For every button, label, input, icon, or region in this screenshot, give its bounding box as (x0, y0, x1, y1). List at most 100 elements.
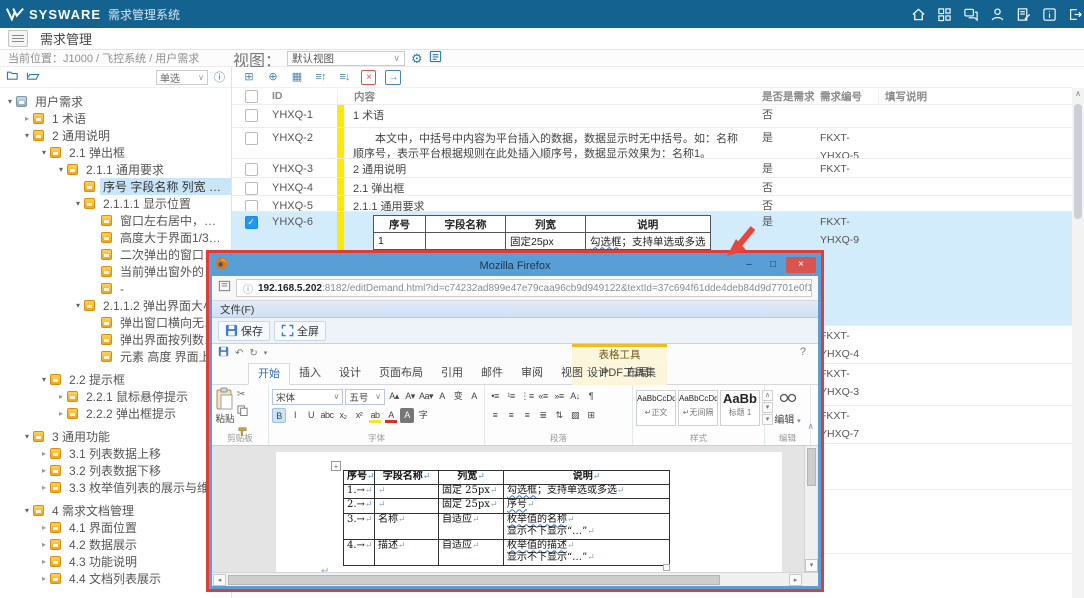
table-cell[interactable]: 勾选框；支持单选或多选↵ (504, 484, 670, 498)
table-row[interactable]: YHXQ-2 本文中，中括号中内容为平台插入的数据，数据显示时无中括号。如：名称… (232, 128, 1072, 159)
site-info-icon[interactable]: ⓘ (243, 281, 253, 296)
chevron-right-icon[interactable]: ▸ (38, 574, 50, 583)
info-icon[interactable]: ⓘ (214, 69, 225, 85)
sort-icon[interactable]: A↓ (568, 389, 582, 404)
chevron-right-icon[interactable]: ▸ (38, 523, 50, 532)
main-scrollbar[interactable]: ∧ (1072, 88, 1084, 598)
tree-item[interactable]: 序号 字段名称 列宽 说明 1. 固定25px 勾... (0, 178, 231, 195)
cut-icon[interactable]: ✂ (237, 389, 248, 400)
document-horizontal-scrollbar[interactable]: ◂ ▸ (212, 572, 818, 586)
context-tab-设计[interactable]: 设计 (578, 363, 618, 385)
tree-item[interactable]: 窗口左右居中，高度小于界面1/3的窗... (0, 212, 231, 229)
tab-审阅[interactable]: 审阅 (512, 363, 552, 385)
help-icon[interactable]: ? (800, 346, 806, 358)
font-color-icon[interactable]: A (384, 408, 398, 423)
tree-item[interactable]: 当前弹出窗外的区域遮罩显示。 (0, 263, 231, 280)
grow-font-icon[interactable]: A▴ (387, 389, 401, 404)
shading-icon[interactable]: ▨ (568, 408, 582, 423)
tree-item[interactable]: ▾2.1 弹出框 (0, 144, 231, 161)
quick-save-icon[interactable] (218, 346, 229, 360)
table-cell[interactable]: 3.→↵ (344, 513, 375, 539)
bold-icon[interactable]: B (272, 408, 286, 423)
move-down-icon[interactable]: ≡↓ (337, 70, 352, 85)
tree-item[interactable]: ▾2.1.1.1 显示位置 (0, 195, 231, 212)
bullet-list-icon[interactable]: •≡ (488, 389, 502, 404)
align-right-icon[interactable]: ≡ (520, 408, 534, 423)
tree-item[interactable]: ▾2.1.1 通用要求 (0, 161, 231, 178)
row-checkbox[interactable] (245, 200, 258, 211)
messages-icon[interactable] (963, 7, 979, 22)
document-edit-icon[interactable] (1016, 7, 1031, 22)
tree-item[interactable]: ▸4.3 功能说明 (0, 553, 231, 570)
undo-icon[interactable]: ↶ (235, 348, 243, 359)
chevron-down-icon[interactable]: ▾ (21, 131, 33, 140)
italic-icon[interactable]: I (288, 408, 302, 423)
chevron-down-icon[interactable]: ▾ (72, 301, 84, 310)
char-shading-icon[interactable]: A (400, 408, 414, 423)
table-move-handle[interactable]: + (331, 461, 341, 471)
tree-item[interactable]: ▸1 术语 (0, 110, 231, 127)
multilevel-list-icon[interactable]: ⋮≡ (520, 389, 534, 404)
table-cell[interactable]: 4.→↵ (344, 539, 375, 565)
tree-item[interactable]: ▾2 通用说明 (0, 127, 231, 144)
add-demand-icon[interactable]: ▦ (289, 70, 304, 85)
delete-icon[interactable]: × (361, 70, 376, 85)
chevron-down-icon[interactable]: ▾ (55, 165, 67, 174)
tab-引用[interactable]: 引用 (432, 363, 472, 385)
firefox-title-bar[interactable]: Mozilla Firefox – □ × (212, 256, 818, 276)
chevron-down-icon[interactable]: ▾ (72, 199, 84, 208)
editing-button[interactable]: 编辑 ▾ (774, 411, 800, 426)
tab-开始[interactable]: 开始 (248, 363, 290, 385)
table-cell[interactable]: ↵ (375, 484, 439, 498)
table-cell[interactable]: 枚举值的名称↵显示不下显示“…”↵ (504, 513, 670, 539)
chevron-down-icon[interactable]: ▾ (21, 506, 33, 515)
chevron-right-icon[interactable]: ▸ (21, 114, 33, 123)
style-card[interactable]: AaBbCcDd↵正文 (636, 390, 676, 426)
find-icon[interactable] (779, 391, 797, 409)
tree-item[interactable]: ▸2.2.2 弹出框提示 (0, 405, 231, 422)
view-settings-icon[interactable]: ⚙ (411, 52, 423, 65)
close-button[interactable]: × (786, 257, 816, 273)
user-icon[interactable] (990, 7, 1005, 22)
tree-item[interactable]: 弹出窗口横向无滚动条，纵向超出最 (0, 314, 231, 331)
borders-icon[interactable]: ⊞ (584, 408, 598, 423)
chevron-right-icon[interactable]: ▸ (38, 466, 50, 475)
align-left-icon[interactable]: ≡ (488, 408, 502, 423)
bookmark-sidebar-icon[interactable] (218, 279, 231, 297)
file-menu[interactable]: 文件(F) (220, 302, 254, 317)
document-page[interactable]: + 序号↵字段名称↵列宽↵说明↵1.→↵↵固定 25px↵勾选框；支持单选或多选… (276, 452, 782, 572)
column-header[interactable]: 列宽↵ (439, 471, 504, 485)
apps-grid-icon[interactable] (937, 7, 952, 22)
fullscreen-button[interactable]: 全屏 (274, 321, 326, 341)
save-button[interactable]: 保存 (218, 321, 270, 341)
collapse-ribbon-icon[interactable]: ∧ (807, 421, 814, 432)
column-header[interactable]: 说明↵ (504, 471, 670, 485)
show-marks-icon[interactable]: ¶ (584, 389, 598, 404)
line-spacing-icon[interactable]: ⇅ (552, 408, 566, 423)
export-icon[interactable]: → (385, 70, 401, 85)
row-checkbox[interactable] (245, 109, 258, 122)
tab-插入[interactable]: 插入 (290, 363, 330, 385)
tree-item[interactable]: - (0, 280, 231, 297)
scroll-up-icon[interactable]: ∧ (1072, 88, 1084, 100)
tree-item[interactable]: ▸4.2 数据展示 (0, 536, 231, 553)
tree-item[interactable]: ▾2.1.1.2 弹出界面大小 (0, 297, 231, 314)
chevron-right-icon[interactable]: ▸ (38, 449, 50, 458)
style-card[interactable]: AaBb标题 1 (720, 390, 760, 426)
tree-item[interactable]: 弹出界面按列数分为四列显示和双列 (0, 331, 231, 348)
expand-all-folder-icon[interactable] (6, 68, 20, 86)
tree-item[interactable]: 高度大于界面1/3的窗口，上下居中显... (0, 229, 231, 246)
context-tab-布局[interactable]: 布局 (618, 363, 658, 385)
clear-format-icon[interactable]: A (435, 389, 449, 404)
enclose-char-icon[interactable]: 字 (416, 408, 430, 423)
row-checkbox[interactable] (245, 163, 258, 176)
shrink-font-icon[interactable]: A▾ (403, 389, 417, 404)
pinyin-guide-icon[interactable]: 变 (451, 389, 465, 404)
table-cell[interactable]: 固定 25px↵ (439, 498, 504, 513)
row-checkbox[interactable] (245, 182, 258, 195)
tree-item[interactable]: ▾4 需求文档管理 (0, 502, 231, 519)
tree-item[interactable]: ▸4.1 界面位置 (0, 519, 231, 536)
redo-icon[interactable]: ↻ (249, 348, 257, 359)
tab-设计[interactable]: 设计 (330, 363, 370, 385)
row-checkbox[interactable]: ✓ (245, 216, 258, 229)
